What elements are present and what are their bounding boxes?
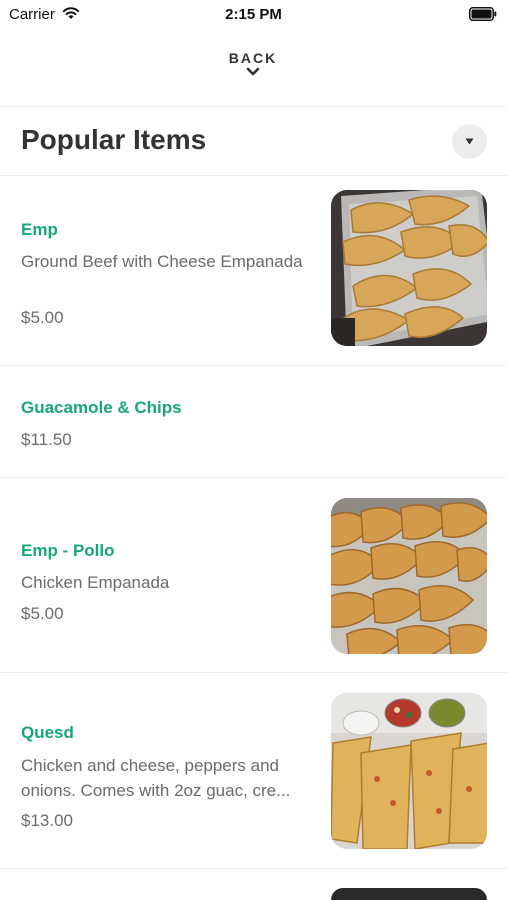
back-button[interactable]: BACK	[203, 50, 303, 92]
item-description-line2: onions. Comes with 2oz guac, cre...	[21, 781, 291, 800]
item-description: Chicken Empanada	[21, 573, 170, 592]
section-dropdown-button[interactable]	[452, 124, 487, 159]
caret-down-icon	[465, 138, 474, 145]
menu-item-guacamole-chips[interactable]: Guacamole & Chips $11.50	[0, 366, 507, 477]
menu-item-quesd[interactable]: Quesd Chicken and cheese, peppers and on…	[0, 673, 507, 868]
item-name: Emp	[21, 220, 58, 239]
item-image	[331, 693, 487, 849]
section-title: Popular Items	[21, 124, 207, 155]
next-item-image	[331, 888, 487, 900]
item-description-line1: Chicken and cheese, peppers and	[21, 756, 280, 775]
battery-icon	[469, 7, 497, 26]
item-name: Quesd	[21, 723, 74, 742]
menu-item-emp[interactable]: Emp Ground Beef with Cheese Empanada $5.…	[0, 176, 507, 365]
back-label: BACK	[228, 50, 278, 66]
item-name: Guacamole & Chips	[21, 398, 182, 417]
item-image	[331, 498, 487, 654]
item-name: Emp - Pollo	[21, 541, 115, 560]
item-image	[331, 190, 487, 346]
item-price: $5.00	[21, 604, 64, 623]
clock: 2:15 PM	[225, 6, 282, 23]
chevron-down-icon	[246, 67, 260, 76]
item-divider	[0, 868, 507, 869]
item-description: Ground Beef with Cheese Empanada	[21, 252, 303, 271]
status-bar: Carrier 2:15 PM	[0, 0, 507, 30]
item-price: $5.00	[21, 308, 64, 327]
header-divider	[0, 106, 507, 107]
item-price: $13.00	[21, 811, 73, 830]
menu-item-emp-pollo[interactable]: Emp - Pollo Chicken Empanada $5.00	[0, 478, 507, 672]
item-price: $11.50	[21, 430, 72, 449]
